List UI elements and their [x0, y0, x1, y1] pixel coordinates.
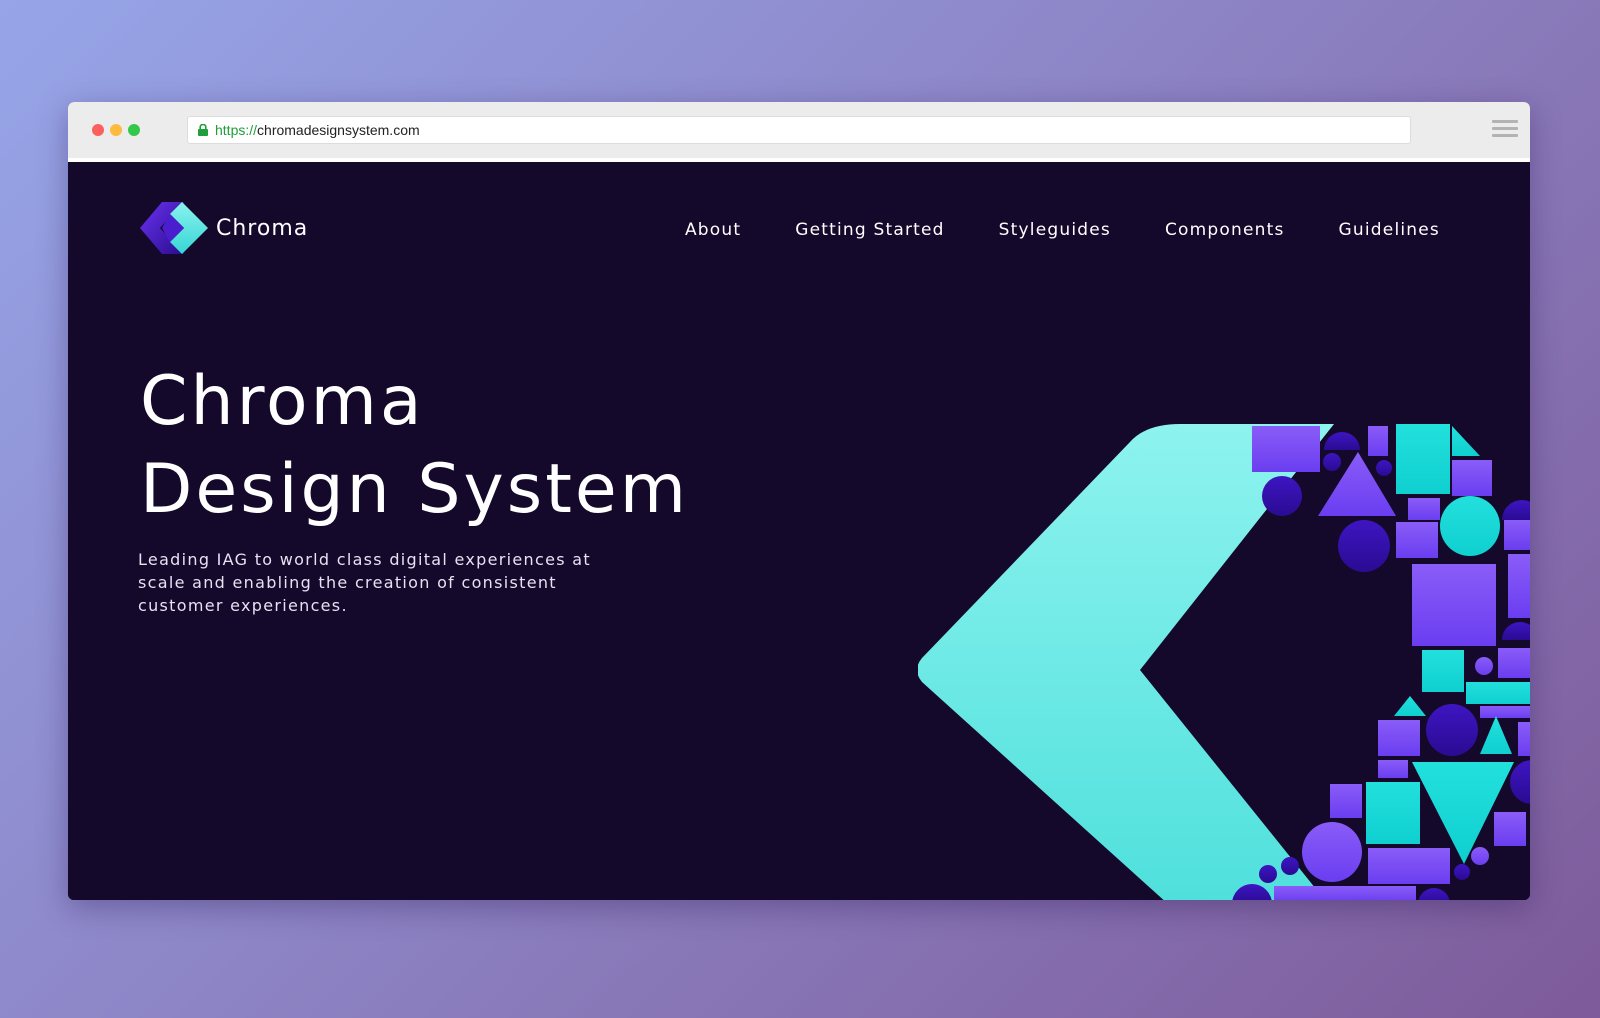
- close-window-button[interactable]: [92, 124, 104, 136]
- minimize-window-button[interactable]: [110, 124, 122, 136]
- url-scheme: https://: [215, 122, 258, 138]
- brand-home-link[interactable]: Chroma: [140, 202, 308, 254]
- address-bar[interactable]: https://chromadesignsystem.com: [187, 116, 1411, 144]
- browser-window: https://chromadesignsystem.com Chroma Ab…: [68, 102, 1530, 900]
- chroma-logo-icon: [140, 202, 208, 254]
- nav-link-getting-started[interactable]: Getting Started: [795, 220, 944, 240]
- hero-title-line-1: Chroma: [140, 362, 425, 441]
- main-navigation: About Getting Started Styleguides Compon…: [631, 220, 1440, 240]
- maximize-window-button[interactable]: [128, 124, 140, 136]
- url-host: chromadesignsystem.com: [257, 122, 420, 138]
- nav-link-about[interactable]: About: [685, 220, 741, 240]
- chroma-hero-illustration: [918, 424, 1530, 900]
- hamburger-menu-icon[interactable]: [1492, 120, 1518, 140]
- brand-name: Chroma: [216, 215, 309, 241]
- nav-link-styleguides[interactable]: Styleguides: [999, 220, 1111, 240]
- hero-title-line-2: Design System: [140, 450, 689, 529]
- lock-icon: [198, 124, 208, 136]
- nav-link-guidelines[interactable]: Guidelines: [1339, 220, 1440, 240]
- webpage: Chroma About Getting Started Styleguides…: [68, 166, 1530, 900]
- nav-link-components[interactable]: Components: [1165, 220, 1285, 240]
- hero-subtitle: Leading IAG to world class digital exper…: [138, 550, 591, 615]
- hero-title: Chroma Design System: [140, 358, 689, 534]
- browser-toolbar: https://chromadesignsystem.com: [68, 102, 1530, 162]
